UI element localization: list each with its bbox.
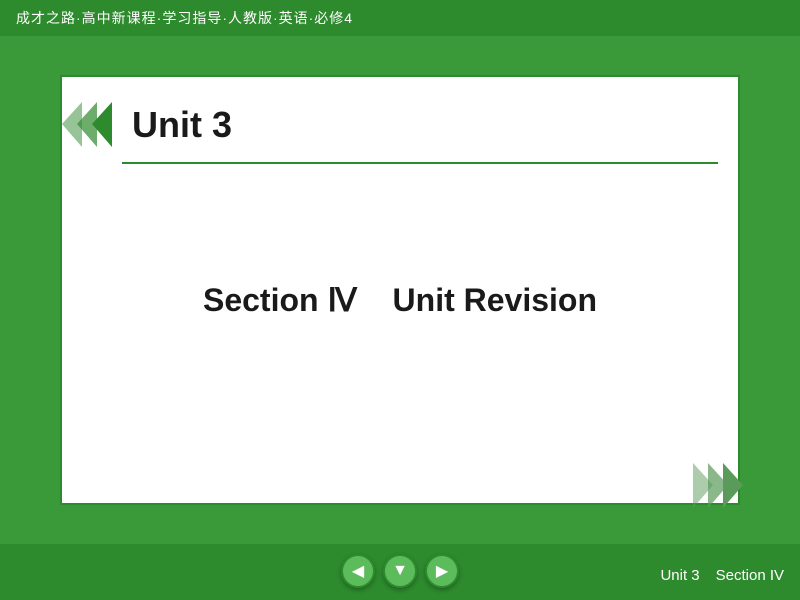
prev-button[interactable]: ◀ [341, 554, 375, 588]
home-button[interactable]: ▼ [383, 554, 417, 588]
left-chevrons [52, 97, 122, 152]
section-label: Section Ⅳ [203, 282, 357, 318]
section-text: Section Ⅳ Unit Revision [203, 281, 597, 319]
section-content: Section Ⅳ Unit Revision [203, 281, 597, 319]
nav-buttons: ◀ ▼ ▶ [341, 554, 459, 588]
title-underline [122, 162, 718, 164]
bottom-bar: ◀ ▼ ▶ Unit 3 Section IV [0, 544, 800, 600]
unit-title-area: Unit 3 [62, 97, 232, 152]
slide-container: Unit 3 Section Ⅳ Unit Revision [60, 75, 740, 505]
right-chevrons [683, 458, 753, 518]
next-icon: ▶ [436, 561, 448, 581]
header-title: 成才之路·高中新课程·学习指导·人教版·英语·必修4 [16, 8, 353, 28]
prev-icon: ◀ [352, 561, 364, 581]
home-icon: ▼ [392, 562, 408, 580]
footer-section: Section IV [716, 567, 784, 584]
header-bar: 成才之路·高中新课程·学习指导·人教版·英语·必修4 [0, 0, 800, 36]
main-content: Unit 3 Section Ⅳ Unit Revision [0, 36, 800, 544]
footer-unit: Unit 3 [660, 567, 699, 584]
revision-label: Unit Revision [393, 282, 597, 318]
bottom-info: Unit 3 Section IV [660, 567, 784, 584]
next-button[interactable]: ▶ [425, 554, 459, 588]
unit-title: Unit 3 [132, 104, 232, 146]
